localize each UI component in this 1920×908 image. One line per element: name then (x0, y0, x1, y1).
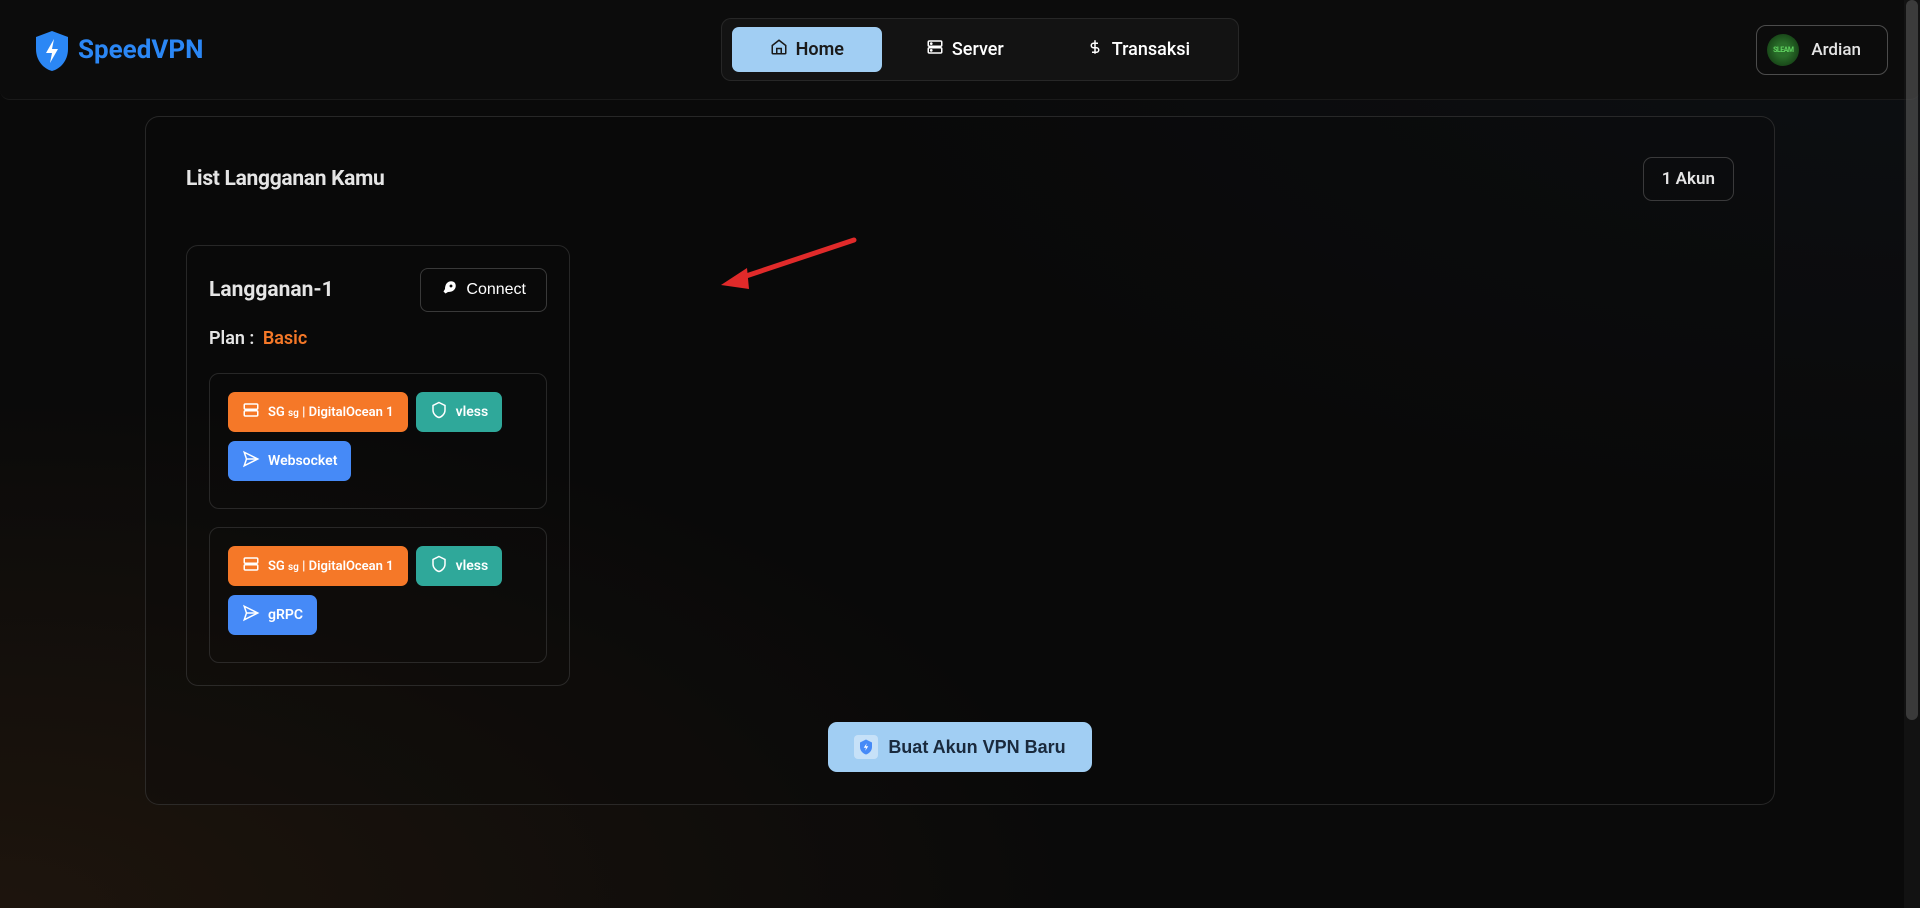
app-header: SpeedVPN Home Server (0, 0, 1920, 100)
plan-row: Plan : Basic (209, 328, 547, 349)
transport-badge[interactable]: gRPC (228, 595, 317, 635)
server-icon (242, 401, 260, 423)
shield-bolt-icon (854, 735, 878, 759)
connect-button[interactable]: Connect (420, 268, 547, 312)
create-vpn-label: Buat Akun VPN Baru (888, 737, 1065, 758)
main-nav: Home Server Transaksi (721, 18, 1239, 81)
nav-tab-server[interactable]: Server (888, 27, 1042, 72)
scrollbar-thumb[interactable] (1906, 0, 1918, 720)
subscription-name: Langganan-1 (209, 278, 334, 302)
scrollbar[interactable] (1904, 0, 1920, 908)
rocket-icon (441, 279, 458, 301)
nav-tab-transaksi[interactable]: Transaksi (1048, 27, 1228, 72)
server-icon (242, 555, 260, 577)
plan-value: Basic (263, 328, 307, 349)
create-vpn-button[interactable]: Buat Akun VPN Baru (828, 722, 1091, 772)
nav-tab-home[interactable]: Home (732, 27, 882, 72)
protocol-badge[interactable]: vless (416, 546, 503, 586)
avatar: SLEAM (1767, 34, 1799, 66)
user-name-label: Ardian (1811, 40, 1861, 60)
connection-item: SG SG | DigitalOcean 1 vless (209, 373, 547, 509)
user-menu[interactable]: SLEAM Ardian (1756, 25, 1888, 75)
dollar-icon (1086, 38, 1104, 61)
brand-logo[interactable]: SpeedVPN (32, 29, 203, 71)
server-icon (926, 38, 944, 61)
home-icon (770, 38, 788, 61)
connect-label: Connect (466, 281, 526, 299)
transport-badge[interactable]: Websocket (228, 441, 351, 481)
plan-label: Plan : (209, 328, 254, 349)
send-icon (242, 450, 260, 472)
nav-label: Server (952, 39, 1004, 60)
subscription-header: Langganan-1 Connect (209, 268, 547, 312)
shield-icon (430, 555, 448, 577)
nav-label: Home (796, 39, 844, 60)
subscription-card: Langganan-1 Connect Plan : Basic (186, 245, 570, 686)
panel-header: List Langganan Kamu 1 Akun (186, 157, 1734, 201)
brand-name: SpeedVPN (78, 35, 203, 65)
server-badge[interactable]: SG SG | DigitalOcean 1 (228, 546, 408, 586)
panel-title: List Langganan Kamu (186, 167, 384, 191)
send-icon (242, 604, 260, 626)
account-count-badge: 1 Akun (1643, 157, 1734, 201)
connection-item: SG SG | DigitalOcean 1 vless (209, 527, 547, 663)
server-badge[interactable]: SG SG | DigitalOcean 1 (228, 392, 408, 432)
shield-icon (430, 401, 448, 423)
shield-bolt-icon (32, 29, 72, 71)
nav-label: Transaksi (1112, 39, 1190, 60)
subscriptions-panel: List Langganan Kamu 1 Akun Langganan-1 C… (145, 116, 1775, 805)
annotation-arrow-icon (719, 235, 859, 295)
protocol-badge[interactable]: vless (416, 392, 503, 432)
